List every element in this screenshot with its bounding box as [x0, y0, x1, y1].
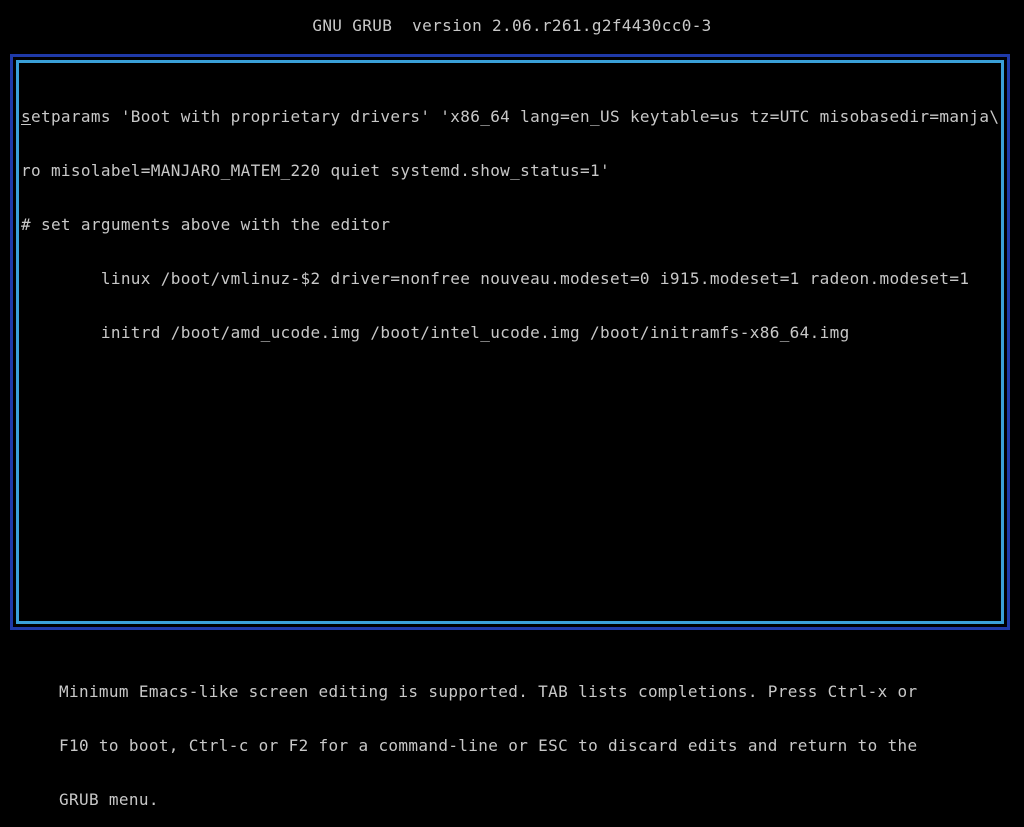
editor-line-1[interactable]: setparams 'Boot with proprietary drivers… [21, 108, 999, 126]
help-line-1: Minimum Emacs-like screen editing is sup… [59, 682, 918, 701]
help-instructions: Minimum Emacs-like screen editing is sup… [59, 647, 918, 827]
editor-line-2[interactable]: ro misolabel=MANJARO_MATEM_220 quiet sys… [21, 162, 999, 180]
editor-line-3[interactable]: # set arguments above with the editor [21, 216, 999, 234]
editor-line-4[interactable]: linux /boot/vmlinuz-$2 driver=nonfree no… [21, 270, 999, 288]
editor-line-1-text: etparams 'Boot with proprietary drivers'… [30, 107, 1000, 126]
help-line-3: GRUB menu. [59, 790, 159, 809]
boot-entry-editor[interactable]: setparams 'Boot with proprietary drivers… [10, 54, 1010, 630]
editor-inner-border: setparams 'Boot with proprietary drivers… [16, 60, 1004, 624]
editor-line-5[interactable]: initrd /boot/amd_ucode.img /boot/intel_u… [21, 324, 999, 342]
help-line-2: F10 to boot, Ctrl-c or F2 for a command-… [59, 736, 918, 755]
text-cursor: s [21, 107, 31, 126]
grub-version-header: GNU GRUB version 2.06.r261.g2f4430cc0-3 [312, 16, 712, 35]
editor-text-area[interactable]: setparams 'Boot with proprietary drivers… [21, 72, 999, 378]
